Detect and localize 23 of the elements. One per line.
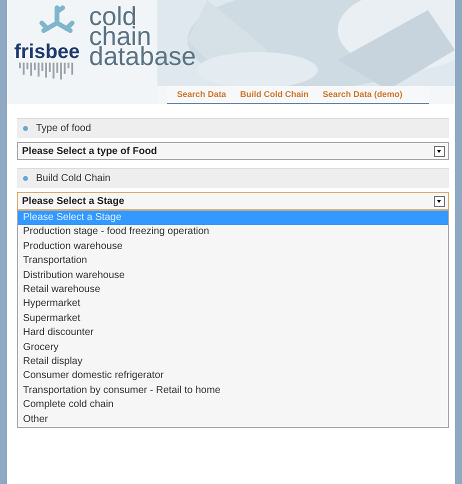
select-field[interactable]: Please Select a type of Food	[17, 142, 449, 160]
dropdown-option[interactable]: Complete cold chain	[18, 398, 448, 413]
section-title: Build Cold Chain	[36, 173, 110, 184]
dropdown-option[interactable]: Grocery	[18, 340, 448, 356]
select-field[interactable]: Please Select a Stage	[17, 192, 449, 210]
dropdown-option[interactable]: Supermarket	[18, 312, 448, 326]
dropdown-option[interactable]: Retail warehouse	[18, 283, 448, 298]
dropdown-option[interactable]: Retail display	[18, 355, 448, 370]
dropdown-option[interactable]: Other	[18, 412, 448, 428]
site-title: cold chain database	[89, 6, 196, 66]
dropdown-option[interactable]: Production warehouse	[18, 240, 448, 254]
dropdown-option[interactable]: Transportation by consumer - Retail to home	[18, 384, 448, 398]
dropdown-option[interactable]: Hard discounter	[18, 326, 448, 341]
dropdown-option[interactable]: Consumer domestic refrigerator	[18, 369, 448, 384]
dropdown-option[interactable]: Production stage - food freezing operation	[18, 225, 448, 240]
dropdown-option[interactable]: Distribution warehouse	[18, 268, 448, 284]
dropdown-option[interactable]: Transportation	[18, 254, 448, 269]
brand-name: frisbee	[14, 42, 80, 62]
barcode-drawing	[19, 62, 75, 82]
dropdown-option[interactable]: Hypermarket	[18, 297, 448, 312]
section-title: Type of food	[36, 123, 92, 134]
bullet-icon	[23, 126, 28, 131]
bullet-icon	[23, 176, 28, 181]
